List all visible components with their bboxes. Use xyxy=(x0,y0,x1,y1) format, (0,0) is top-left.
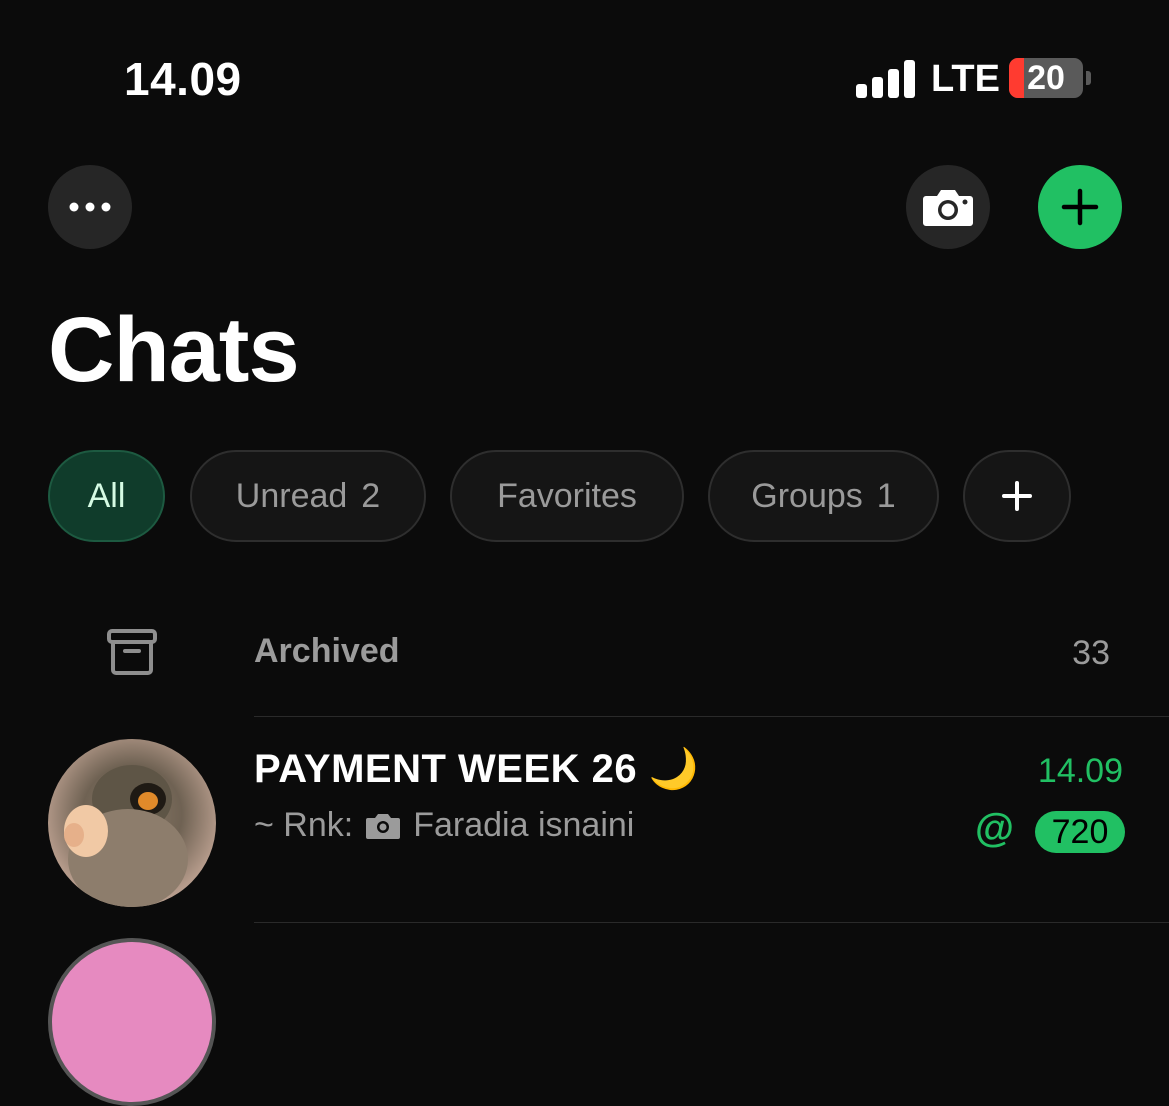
new-chat-button[interactable] xyxy=(1038,165,1122,249)
filter-label: Unread xyxy=(235,476,348,515)
status-time: 14.09 xyxy=(124,53,242,105)
chat-preview: ~ Rnk: Faradia isnaini xyxy=(254,806,634,845)
network-type: LTE xyxy=(931,58,1000,100)
avatar-image xyxy=(64,765,188,907)
archive-icon xyxy=(107,629,157,675)
chat-time: 14.09 xyxy=(1037,752,1123,790)
battery-indicator: 20 xyxy=(1009,58,1083,98)
mention-indicator: @ xyxy=(975,806,1015,850)
filter-count: 2 xyxy=(361,476,381,515)
chat-name: PAYMENT WEEK 26 🌙 xyxy=(254,747,700,791)
divider xyxy=(254,716,1169,717)
chat-avatar[interactable] xyxy=(48,938,216,1106)
archived-count: 33 xyxy=(1072,634,1110,672)
more-options-button[interactable] xyxy=(48,165,132,249)
battery-nub xyxy=(1086,71,1091,85)
unread-badge: 720 xyxy=(1035,811,1125,853)
filter-chip-all[interactable]: All xyxy=(48,450,165,542)
plus-icon xyxy=(1061,188,1099,226)
filter-count: 1 xyxy=(876,476,896,515)
add-filter-button[interactable] xyxy=(963,450,1071,542)
camera-icon xyxy=(923,190,973,226)
cellular-signal-icon xyxy=(856,60,916,98)
chat-avatar[interactable] xyxy=(48,739,216,907)
divider xyxy=(254,922,1169,923)
page-title: Chats xyxy=(48,299,300,401)
chat-sender: ~ Rnk: xyxy=(254,806,354,844)
archived-label[interactable]: Archived xyxy=(254,632,400,671)
chat-preview-text: Faradia isnaini xyxy=(413,806,635,844)
plus-icon xyxy=(1002,481,1032,511)
battery-level: 20 xyxy=(1027,59,1065,97)
filter-chip-favorites[interactable]: Favorites xyxy=(450,450,684,542)
photo-icon xyxy=(366,813,401,839)
camera-button[interactable] xyxy=(906,165,990,249)
filter-chip-groups[interactable]: Groups 1 xyxy=(708,450,939,542)
filter-label: Groups xyxy=(751,476,863,515)
more-icon xyxy=(69,202,111,212)
filter-label: All xyxy=(87,476,126,515)
filter-chip-unread[interactable]: Unread 2 xyxy=(190,450,426,542)
filter-label: Favorites xyxy=(497,476,637,515)
